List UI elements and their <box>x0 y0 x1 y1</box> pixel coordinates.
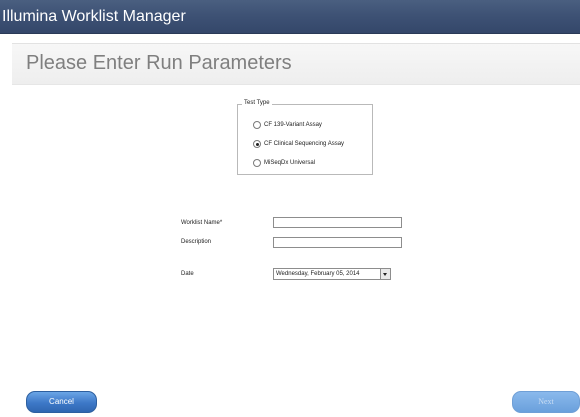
description-input[interactable] <box>273 237 402 248</box>
chevron-down-icon[interactable] <box>380 269 390 279</box>
radio-label: CF Clinical Sequencing Assay <box>264 141 345 147</box>
radio-button-selected-icon[interactable] <box>253 140 261 148</box>
app-title: Illumina Worklist Manager <box>2 8 186 25</box>
date-picker[interactable]: Wednesday, February 05, 2014 <box>273 268 391 280</box>
date-value: Wednesday, February 05, 2014 <box>276 271 360 277</box>
date-label: Date <box>181 271 194 277</box>
worklist-name-input[interactable] <box>273 217 402 228</box>
next-button[interactable]: Next <box>512 391 580 413</box>
radio-label: MiSeqDx Universal <box>264 160 316 166</box>
title-bar: Illumina Worklist Manager <box>0 0 580 34</box>
test-type-legend: Test Type <box>242 98 272 108</box>
worklist-name-label: Worklist Name* <box>181 220 223 226</box>
radio-button-icon[interactable] <box>253 159 261 167</box>
radio-button-icon[interactable] <box>253 121 261 129</box>
radio-label: CF 139-Variant Assay <box>264 122 322 128</box>
description-label: Description <box>181 239 212 245</box>
test-type-group: Test Type CF 139-Variant Assay CF Clinic… <box>237 98 373 175</box>
cancel-button[interactable]: Cancel <box>26 391 97 413</box>
page-title: Please Enter Run Parameters <box>26 52 292 74</box>
page-header: Please Enter Run Parameters <box>12 43 580 85</box>
